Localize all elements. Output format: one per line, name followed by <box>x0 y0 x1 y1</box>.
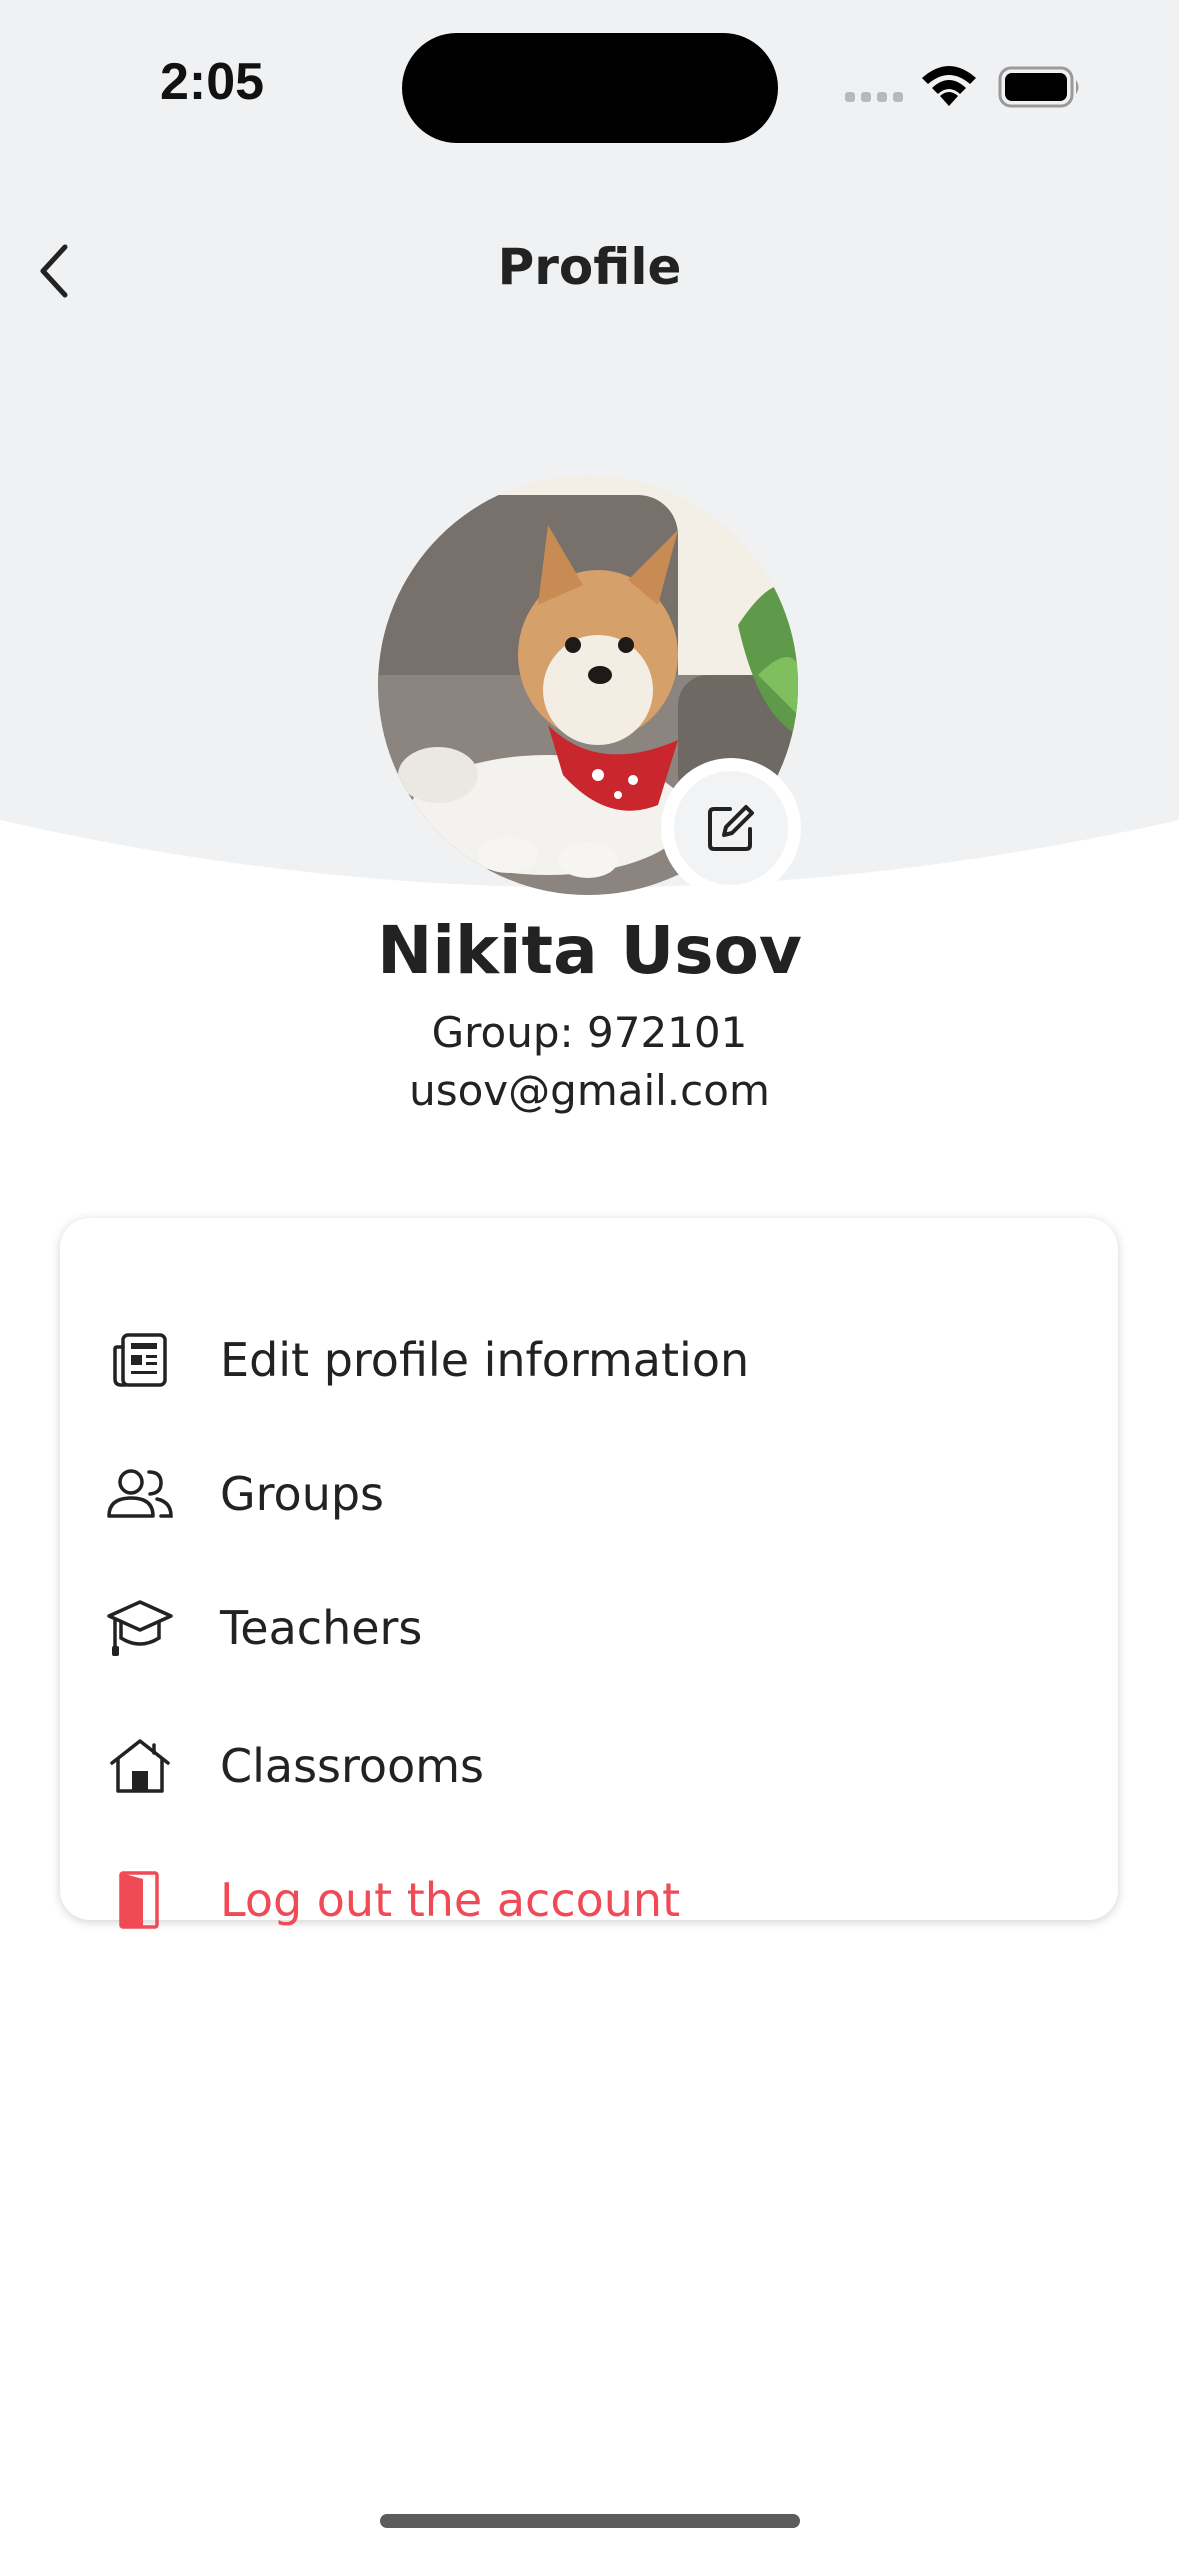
edit-square-icon <box>708 805 754 851</box>
dynamic-island <box>402 33 778 143</box>
menu-item-teachers[interactable]: Teachers <box>60 1568 1118 1688</box>
menu-item-logout[interactable]: Log out the account <box>60 1840 1118 1960</box>
user-name: Nikita Usov <box>377 912 802 989</box>
menu-item-edit-profile[interactable]: Edit profile information <box>60 1300 1118 1420</box>
graduation-cap-icon <box>102 1590 178 1666</box>
menu-item-label: Groups <box>220 1467 385 1521</box>
edit-avatar-button[interactable] <box>661 758 801 898</box>
menu-item-groups[interactable]: Groups <box>60 1434 1118 1554</box>
menu-item-label: Classrooms <box>220 1739 484 1793</box>
wifi-icon <box>922 66 976 106</box>
users-icon <box>102 1456 178 1532</box>
menu-item-label: Edit profile information <box>220 1333 750 1387</box>
cellular-signal-icon <box>845 92 903 102</box>
home-indicator[interactable] <box>380 2514 800 2528</box>
user-email: usov@gmail.com <box>409 1066 770 1115</box>
door-exit-icon <box>102 1862 178 1938</box>
menu-item-label: Teachers <box>220 1601 423 1655</box>
profile-menu-card: Edit profile information Groups Teachers <box>60 1218 1118 1929</box>
house-icon <box>102 1728 178 1804</box>
status-bar-time: 2:05 <box>160 53 265 111</box>
news-card-icon <box>102 1322 178 1398</box>
battery-icon <box>998 66 1079 108</box>
menu-item-label: Log out the account <box>220 1873 681 1927</box>
user-group: Group: 972101 <box>431 1008 748 1057</box>
menu-item-classrooms[interactable]: Classrooms <box>60 1706 1118 1826</box>
page-title: Profile <box>497 238 682 296</box>
